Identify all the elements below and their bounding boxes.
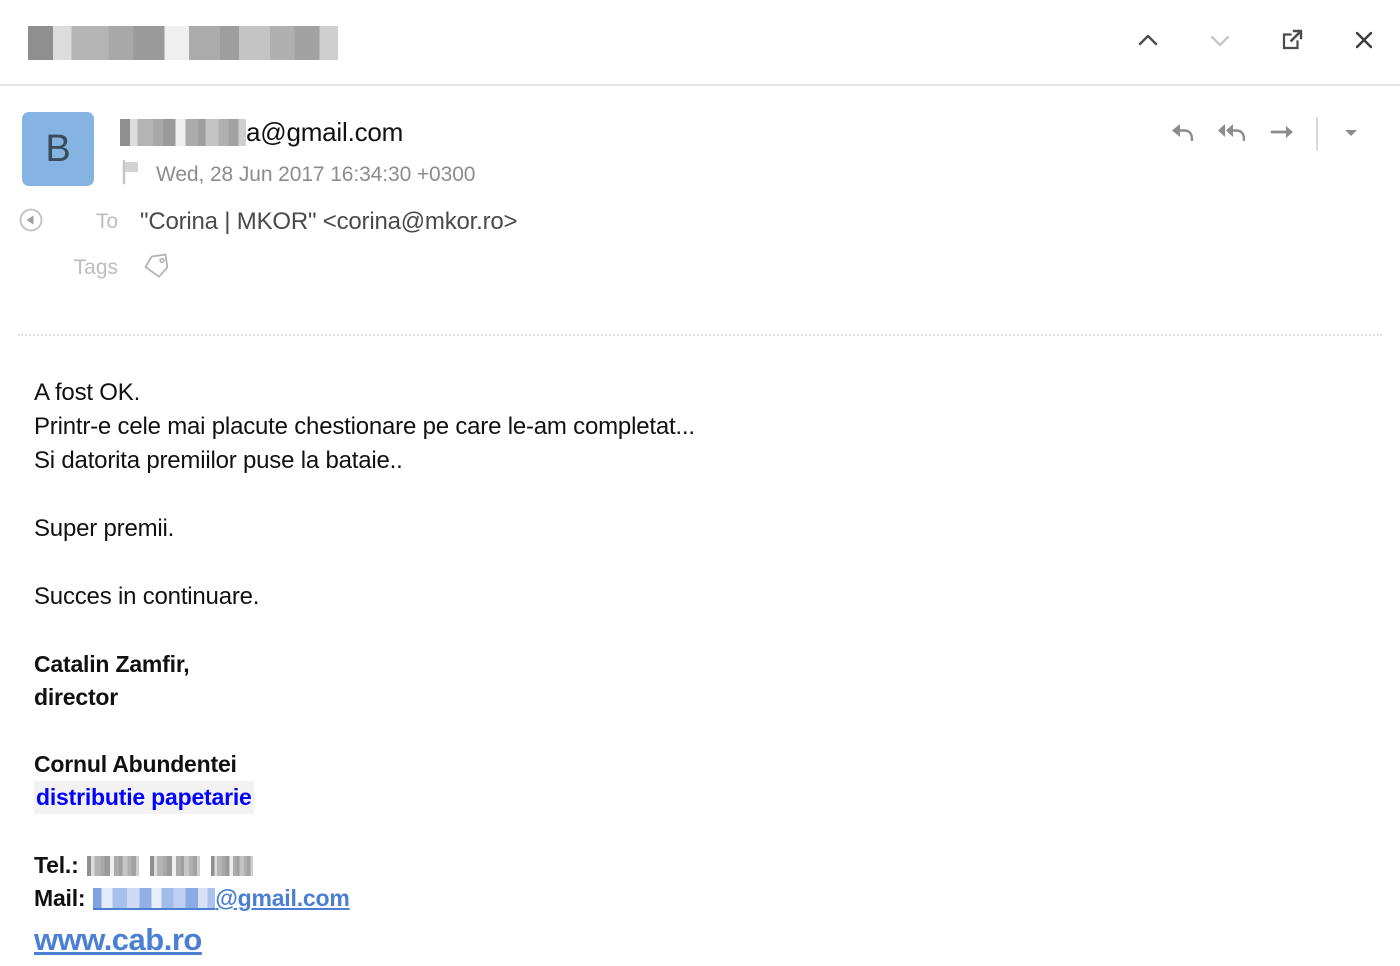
to-row: To "Corina | MKOR" <corina@mkor.ro> [0, 202, 1400, 242]
more-actions-button[interactable] [1326, 110, 1376, 158]
body-spacer-3 [34, 614, 1400, 648]
window-title [28, 22, 338, 62]
message-body: A fost OK. Printr-e cele mai placute che… [0, 336, 1400, 960]
message-date: Wed, 28 Jun 2017 16:34:30 +0300 [156, 162, 476, 186]
body-line-5: Succes in continuare. [34, 583, 260, 610]
reply-all-button[interactable] [1208, 110, 1258, 158]
signature-role: director [34, 684, 119, 710]
chevron-down-icon [1205, 25, 1235, 60]
signature-mail-domain[interactable]: @gmail.com [215, 882, 349, 915]
to-label: To [95, 210, 118, 233]
window-title-redacted [28, 26, 338, 60]
message-header: B a@gmail.com Wed, 28 Jun 2017 16:34:30 … [0, 84, 1400, 324]
tags-label: Tags [73, 256, 118, 279]
sender-address: a@gmail.com [246, 117, 404, 147]
sender-name-redacted [120, 118, 246, 146]
external-link-icon [1277, 25, 1307, 60]
forward-button[interactable] [1258, 110, 1308, 158]
reply-all-icon [1216, 117, 1250, 152]
toolbar-separator [1316, 117, 1318, 151]
signature-company: Cornul Abundentei [34, 751, 237, 777]
signature-tel-row: Tel.: [34, 849, 1400, 882]
signature-block: Catalin Zamfir, director Cornul Abundent… [34, 648, 1400, 960]
tel-redact-part-3 [210, 855, 253, 876]
body-line-3: Si datorita premiilor puse la bataie.. [34, 447, 403, 474]
signature-spacer-1 [34, 714, 1400, 748]
message-date-row: Wed, 28 Jun 2017 16:34:30 +0300 [120, 159, 475, 190]
window-actions [1112, 0, 1400, 84]
next-message-button[interactable] [1184, 11, 1256, 73]
add-tag-button[interactable] [140, 251, 172, 286]
signature-website-link[interactable]: www.cab.ro [34, 923, 202, 957]
signature-spacer-2 [34, 815, 1400, 849]
body-line-1: A fost OK. [34, 379, 141, 406]
close-icon [1349, 25, 1379, 60]
flag-icon[interactable] [120, 159, 142, 190]
avatar-initial: B [45, 127, 71, 170]
close-button[interactable] [1328, 11, 1400, 73]
body-spacer-1 [34, 478, 1400, 512]
recipients-toggle[interactable] [0, 206, 62, 239]
sender-address-row[interactable]: a@gmail.com [120, 114, 475, 150]
avatar: B [22, 112, 94, 186]
previous-message-button[interactable] [1112, 11, 1184, 73]
open-in-new-window-button[interactable] [1256, 11, 1328, 73]
chevron-up-icon [1133, 25, 1163, 60]
signature-tagline: distributie papetarie [34, 781, 254, 814]
collapse-toggle-icon [17, 206, 45, 239]
forward-icon [1267, 117, 1299, 152]
reply-icon [1168, 117, 1198, 152]
reply-button[interactable] [1158, 110, 1208, 158]
caret-down-icon [1341, 122, 1361, 147]
window-titlebar [0, 0, 1400, 84]
reply-actions-toolbar [1158, 110, 1376, 158]
body-line-4: Super premii. [34, 515, 175, 542]
signature-mail-redacted[interactable] [93, 888, 216, 910]
signature-tel-redacted [86, 855, 253, 876]
signature-tel-label: Tel.: [34, 852, 79, 878]
tags-row: Tags [0, 248, 1400, 288]
signature-name: Catalin Zamfir, [34, 651, 190, 677]
signature-mail-row: Mail: @gmail.com [34, 882, 1400, 915]
body-spacer-2 [34, 546, 1400, 580]
body-line-2: Printr-e cele mai placute chestionare pe… [34, 413, 695, 440]
to-value[interactable]: "Corina | MKOR" <corina@mkor.ro> [140, 208, 518, 236]
tel-redact-part-1 [86, 855, 139, 876]
sender-meta: a@gmail.com Wed, 28 Jun 2017 16:34:30 +0… [120, 112, 475, 190]
signature-mail-label: Mail: [34, 885, 86, 911]
tel-redact-part-2 [149, 855, 200, 876]
tag-icon [140, 251, 172, 286]
